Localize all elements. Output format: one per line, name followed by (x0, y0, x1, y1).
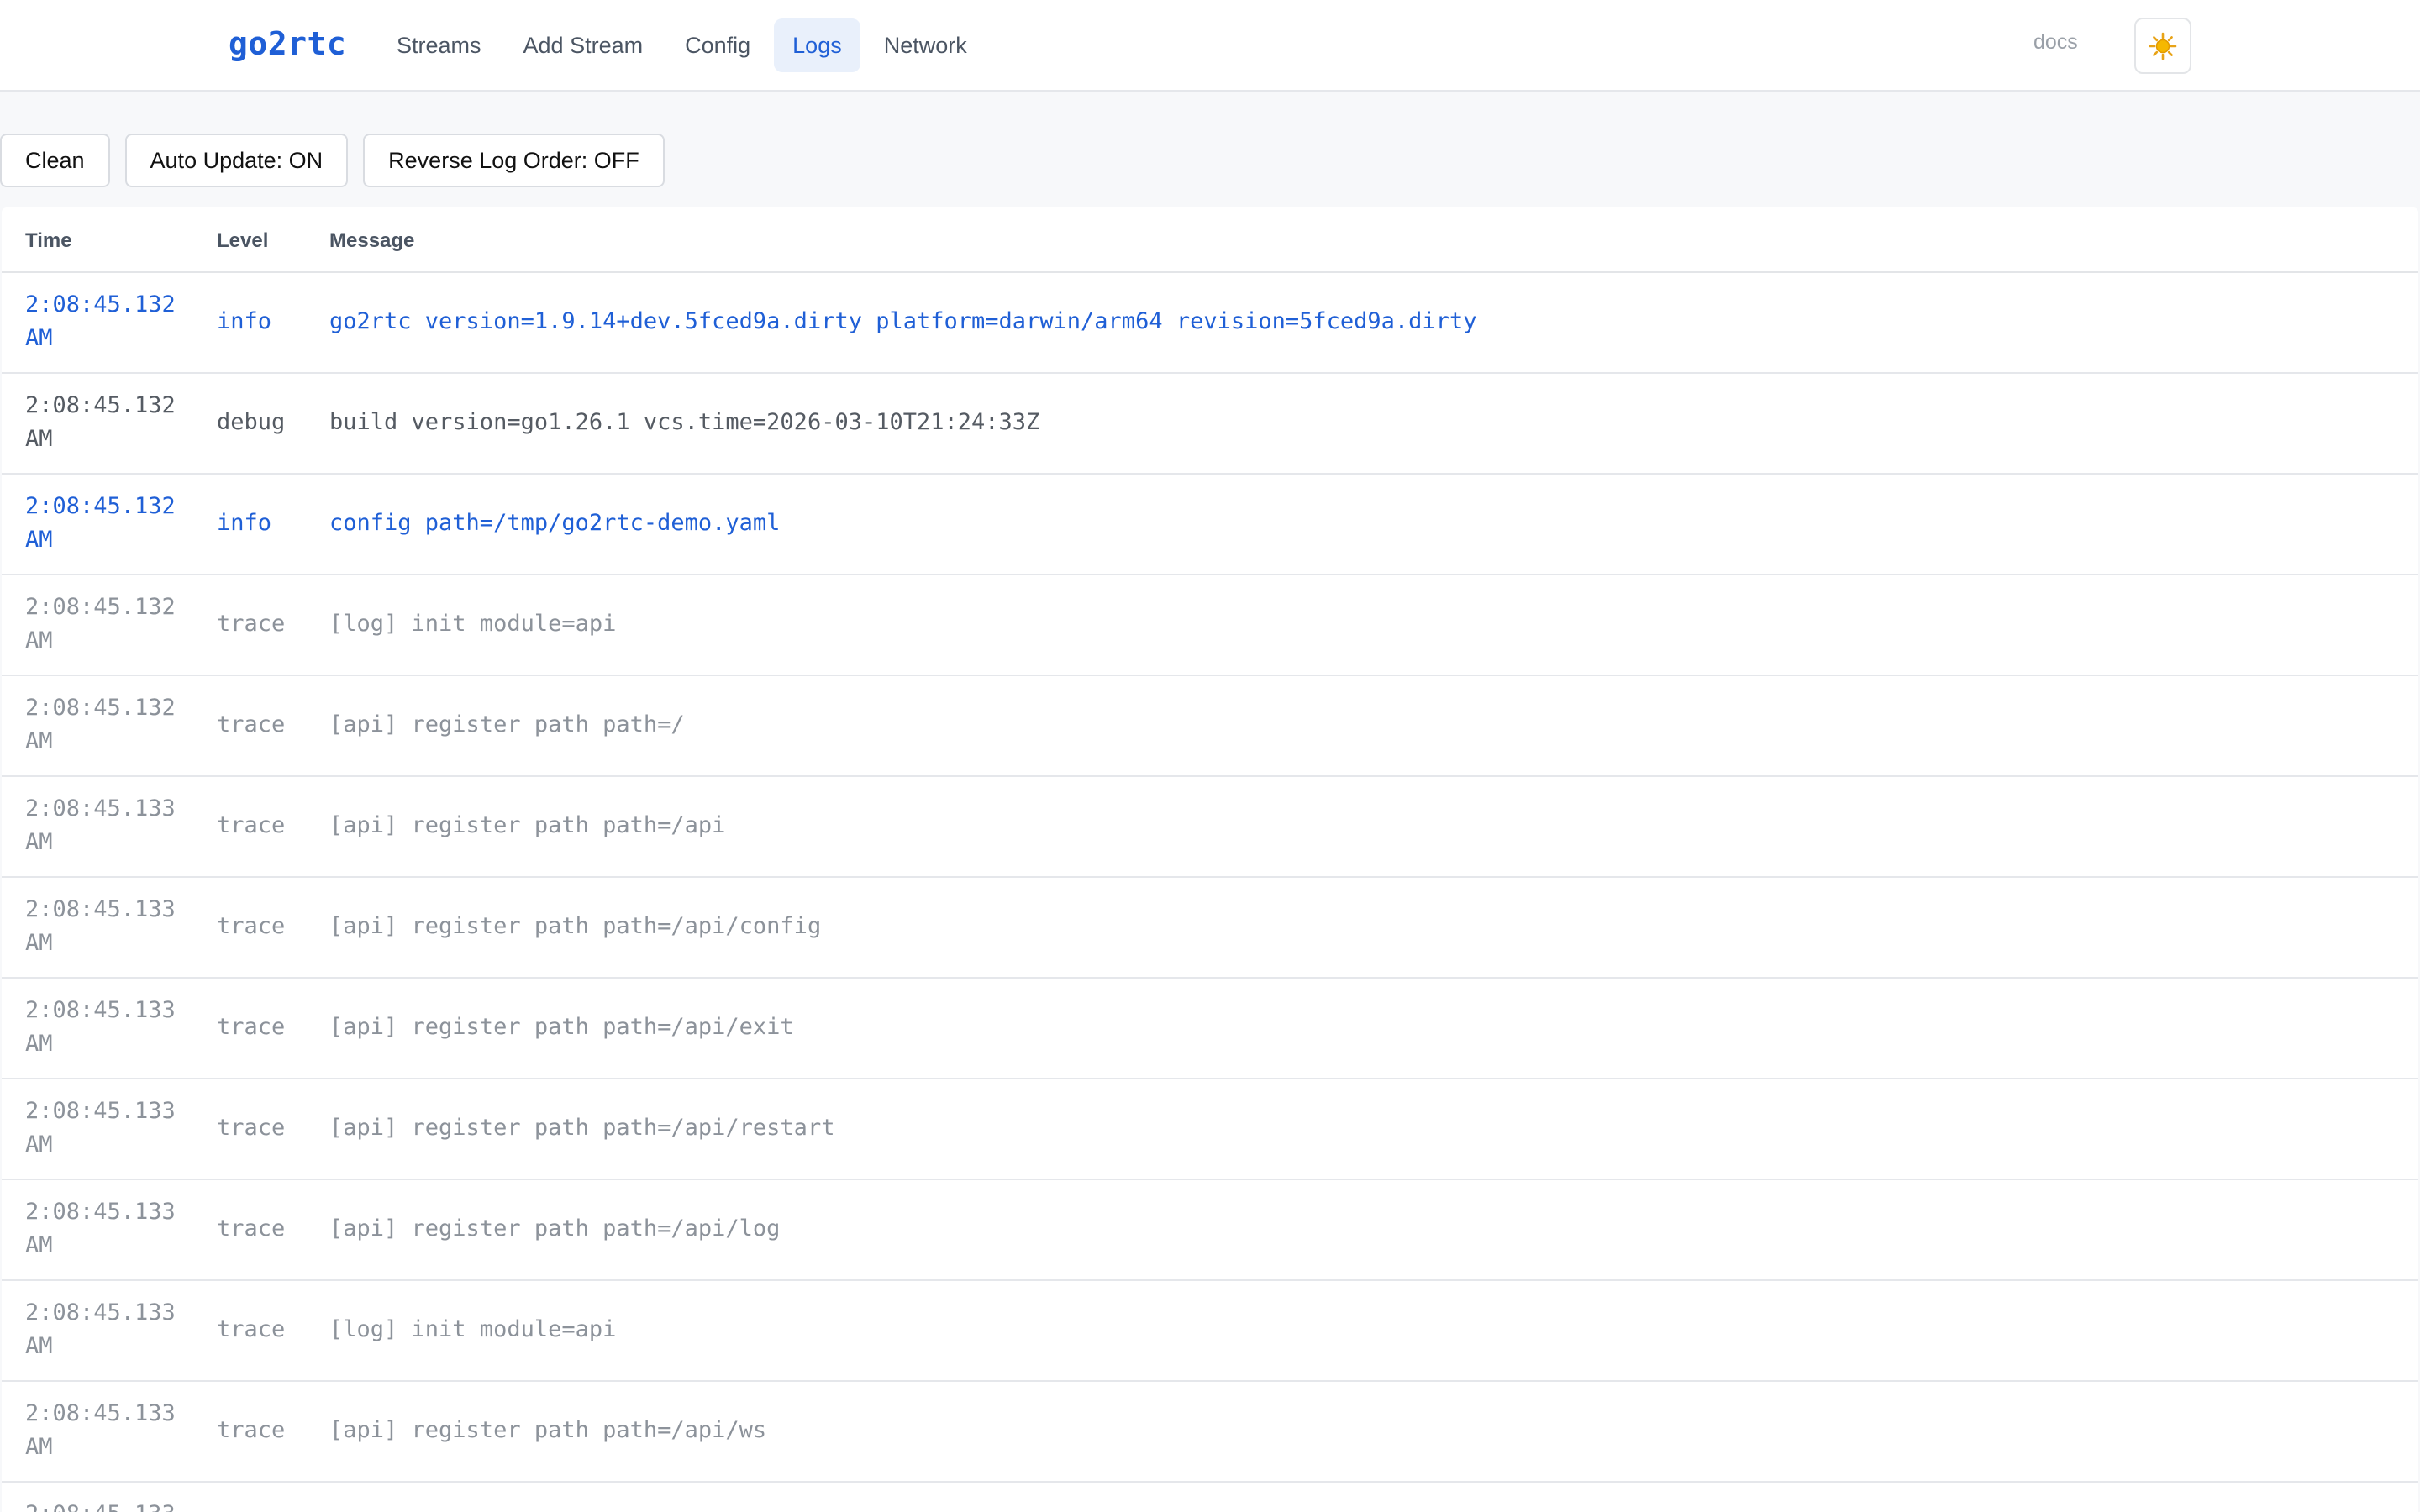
top-navigation-bar: go2rtc Streams Add Stream Config Logs Ne… (0, 0, 2420, 92)
clean-button[interactable]: Clean (0, 134, 110, 187)
log-message: [api] register path path=/api (329, 812, 726, 838)
log-rows: 2:08:45.132 AM info go2rtc version=1.9.14+… (2, 273, 2418, 1512)
log-row: 2:08:45.132 AM info go2rtc version=1.9.14+… (2, 273, 2418, 374)
log-time: 2:08:45.133 AM (25, 997, 176, 1057)
log-level: trace (217, 611, 286, 637)
log-level: trace (217, 1417, 286, 1443)
log-table: Time Level Message 2:08:45.132 AM info go2… (2, 207, 2418, 1512)
log-message: [api] register path path=/api/ws (329, 1417, 767, 1443)
log-message: [log] init module=api (329, 1316, 617, 1342)
column-header-message: Message (329, 229, 415, 252)
log-time: 2:08:45.133 AM (25, 1199, 176, 1258)
log-level: trace (217, 1215, 286, 1242)
nav-streams[interactable]: Streams (378, 18, 500, 72)
log-time: 2:08:45.132 AM (25, 594, 176, 654)
log-row: 2:08:45.133 AM trace [api] register path p… (2, 878, 2418, 979)
log-level: debug (217, 409, 286, 435)
log-level: trace (217, 812, 286, 838)
log-row: 2:08:45.133 AM trace [api] register path p… (2, 979, 2418, 1079)
column-header-time: Time (25, 229, 72, 252)
nav-config[interactable]: Config (666, 18, 769, 72)
log-level: trace (217, 913, 286, 939)
log-message: [api] register path path=/api/restart (329, 1115, 835, 1141)
log-time: 2:08:45.132 AM (25, 392, 176, 452)
log-level: info (217, 308, 272, 334)
log-row: 2:08:45.132 AM trace [api] register path p… (2, 676, 2418, 777)
log-time: 2:08:45.133 AM (25, 1498, 202, 1512)
log-time: 2:08:45.133 AM (25, 1400, 176, 1460)
docs-link[interactable]: docs (2033, 30, 2078, 55)
theme-toggle-button[interactable] (2134, 18, 2191, 74)
log-message: [api] register path path=/api/config (329, 913, 822, 939)
log-row: 2:08:45.133 AM trace [api] register path p… (2, 1180, 2418, 1281)
log-level: trace (217, 1115, 286, 1141)
log-level: trace (217, 1316, 286, 1342)
log-row: 2:08:45.132 AM info config path=/tmp/go2rt… (2, 475, 2418, 575)
log-row: 2:08:45.133 AM trace [api] register path p… (2, 1382, 2418, 1483)
log-row: 2:08:45.133 AM (2, 1483, 2418, 1512)
log-message: build version=go1.26.1 vcs.time=2026-03-… (329, 409, 1040, 435)
brand-logo[interactable]: go2rtc (229, 25, 346, 62)
reverse-log-order-toggle[interactable]: Reverse Log Order: OFF (363, 134, 665, 187)
sun-icon (2149, 32, 2177, 60)
log-message: config path=/tmp/go2rtc-demo.yaml (329, 510, 781, 536)
log-time: 2:08:45.133 AM (25, 795, 176, 855)
log-message: [api] register path path=/api/log (329, 1215, 781, 1242)
log-row: 2:08:45.132 AM debug build version=go1.26.… (2, 374, 2418, 475)
log-message: go2rtc version=1.9.14+dev.5fced9a.dirty … (329, 308, 1477, 334)
log-row: 2:08:45.132 AM trace [log] init module=api (2, 575, 2418, 676)
log-time: 2:08:45.132 AM (25, 493, 176, 553)
log-time: 2:08:45.133 AM (25, 1299, 176, 1359)
log-row: 2:08:45.133 AM trace [log] init module=api (2, 1281, 2418, 1382)
main-nav: Streams Add Stream Config Logs Network (378, 18, 986, 72)
nav-network[interactable]: Network (865, 18, 986, 72)
log-message: [api] register path path=/ (329, 711, 685, 738)
log-time: 2:08:45.133 AM (25, 896, 176, 956)
nav-add-stream[interactable]: Add Stream (505, 18, 662, 72)
log-time: 2:08:45.132 AM (25, 291, 176, 351)
log-table-header: Time Level Message (2, 207, 2418, 273)
log-message: [log] init module=api (329, 611, 617, 637)
log-time: 2:08:45.132 AM (25, 695, 176, 754)
log-row: 2:08:45.133 AM trace [api] register path p… (2, 1079, 2418, 1180)
log-row: 2:08:45.133 AM trace [api] register path p… (2, 777, 2418, 878)
log-controls: Clean Auto Update: ON Reverse Log Order:… (0, 134, 665, 187)
log-message: [api] register path path=/api/exit (329, 1014, 794, 1040)
auto-update-toggle[interactable]: Auto Update: ON (124, 134, 349, 187)
log-level: info (217, 510, 272, 536)
log-level: trace (217, 1014, 286, 1040)
nav-logs[interactable]: Logs (774, 18, 860, 72)
log-time: 2:08:45.133 AM (25, 1098, 176, 1158)
column-header-level: Level (217, 229, 269, 252)
log-level: trace (217, 711, 286, 738)
